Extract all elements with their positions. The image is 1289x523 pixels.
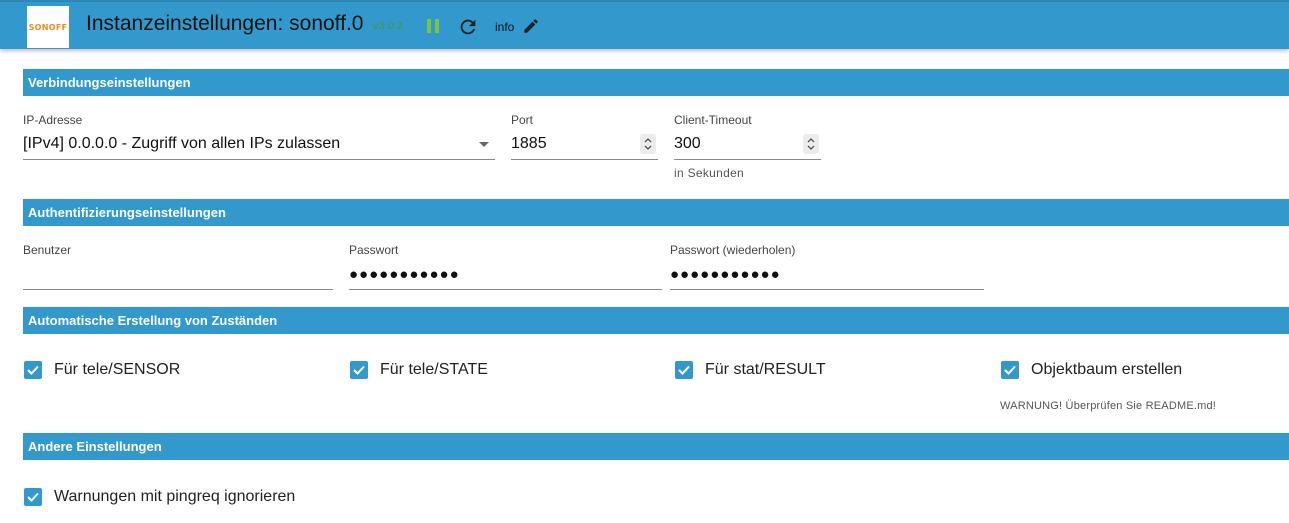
checkbox-tele-sensor-label: Für tele/SENSOR: [54, 361, 181, 378]
password-input[interactable]: ●●●●●●●●●●●: [349, 266, 460, 283]
checkbox-object-tree-label: Objektbaum erstellen: [1031, 361, 1183, 378]
client-timeout-input[interactable]: 300: [674, 135, 701, 153]
stepper-arrows-icon: [807, 138, 815, 150]
password-repeat-input[interactable]: ●●●●●●●●●●●: [670, 266, 781, 283]
checkbox-tele-sensor[interactable]: [24, 361, 42, 379]
check-icon: [27, 365, 39, 375]
password-underline: [349, 289, 662, 290]
checkbox-ignore-pingreq-label: Warnungen mit pingreq ignorieren: [54, 488, 296, 505]
checkbox-tele-state-label: Für tele/STATE: [380, 361, 488, 378]
port-stepper[interactable]: [640, 134, 656, 154]
section-header-connection: Verbindungseinstellungen: [23, 69, 1289, 96]
password-repeat-label: Passwort (wiederholen): [670, 243, 796, 257]
stepper-arrows-icon: [644, 138, 652, 150]
check-icon: [27, 492, 39, 502]
password-repeat-underline: [670, 289, 984, 290]
timeout-helper-text: in Sekunden: [674, 166, 745, 180]
sonoff-logo: SONOFF: [27, 6, 69, 48]
section-header-auto-states: Automatische Erstellung von Zuständen: [23, 307, 1289, 334]
port-underline: [511, 159, 658, 160]
ip-address-label: IP-Adresse: [23, 113, 83, 127]
page-title: Instanzeinstellungen: sonoff.0: [86, 12, 364, 35]
check-icon: [678, 365, 690, 375]
port-label: Port: [511, 113, 534, 127]
check-icon: [353, 365, 365, 375]
checkbox-stat-result-label: Für stat/RESULT: [705, 361, 826, 378]
user-label: Benutzer: [23, 243, 72, 257]
user-underline: [23, 289, 333, 290]
ip-address-underline: [23, 159, 495, 160]
logo-text: SONOFF: [28, 22, 68, 32]
top-bar: SONOFF Instanzeinstellungen: sonoff.0 v3…: [0, 0, 1289, 49]
checkbox-ignore-pingreq[interactable]: [24, 488, 42, 506]
section-header-auth: Authentifizierungseinstellungen: [23, 199, 1289, 226]
info-button[interactable]: info: [495, 20, 514, 34]
timeout-stepper[interactable]: [803, 134, 819, 154]
pencil-icon[interactable]: [522, 17, 540, 35]
ip-address-select[interactable]: [IPv4] 0.0.0.0 - Zugriff von allen IPs z…: [23, 135, 340, 153]
port-input[interactable]: 1885: [511, 135, 547, 153]
client-timeout-label: Client-Timeout: [674, 113, 752, 127]
readme-warning: WARNUNG! Überprüfen Sie README.md!: [1000, 400, 1217, 412]
pause-icon[interactable]: [424, 17, 442, 35]
checkbox-stat-result[interactable]: [675, 361, 693, 379]
user-input[interactable]: [23, 266, 333, 286]
chevron-down-icon[interactable]: [479, 142, 489, 147]
client-timeout-underline: [674, 159, 821, 160]
checkbox-tele-state[interactable]: [350, 361, 368, 379]
password-label: Passwort: [349, 243, 399, 257]
checkbox-object-tree[interactable]: [1001, 361, 1019, 379]
section-header-other: Andere Einstellungen: [23, 433, 1289, 460]
version-badge: v3.0.3: [373, 20, 403, 32]
check-icon: [1004, 365, 1016, 375]
reload-icon[interactable]: [457, 16, 479, 38]
